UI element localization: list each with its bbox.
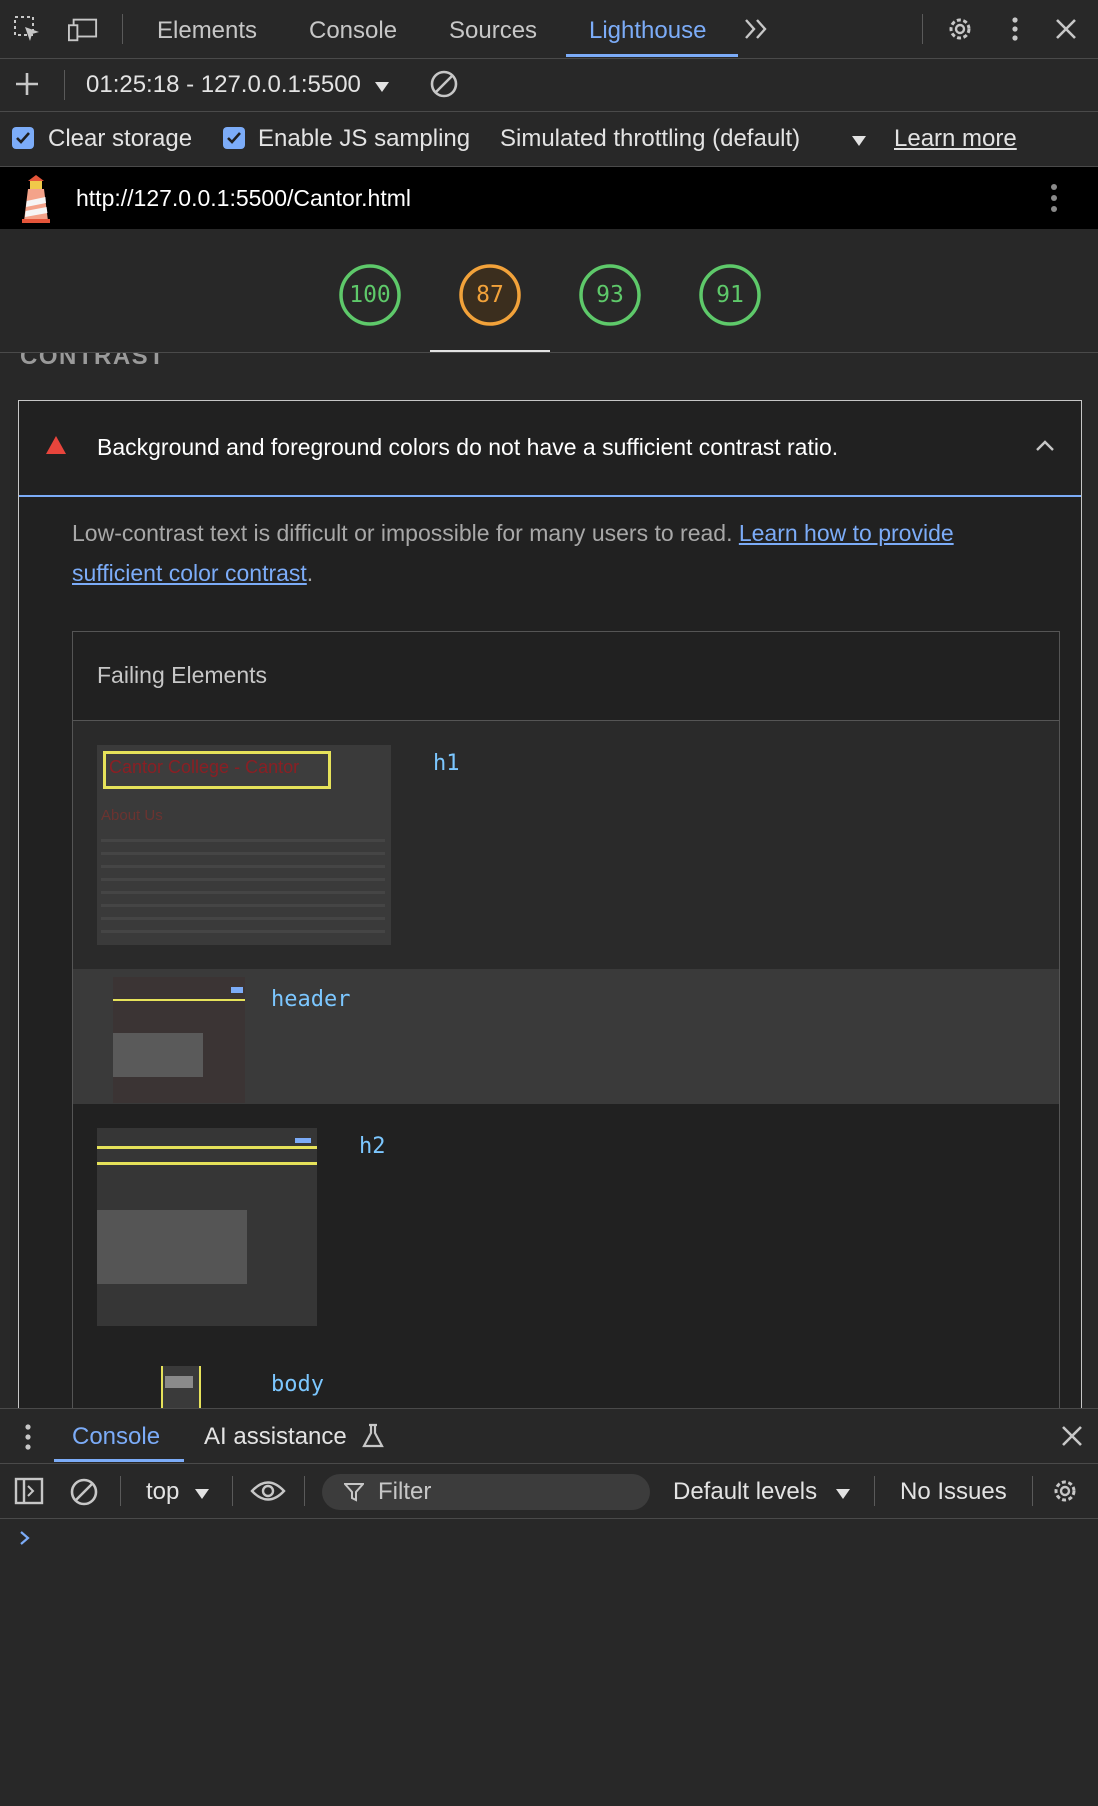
filter-placeholder: Filter — [378, 1478, 432, 1505]
close-drawer-icon[interactable] — [1061, 1425, 1083, 1452]
drawer-tab-console[interactable]: Console — [72, 1423, 160, 1451]
console-settings-icon[interactable] — [1050, 1476, 1080, 1511]
element-screenshot-header — [113, 977, 245, 1103]
drawer-tab-ai[interactable]: AI assistance — [204, 1423, 347, 1451]
audit-header[interactable]: Background and foreground colors do not … — [19, 401, 1081, 497]
console-toolbar: top Filter Default levels No Issues — [0, 1464, 1098, 1519]
element-screenshot-h1: Cantor College - Cantor About Us — [97, 745, 391, 945]
selector-h1[interactable]: h1 — [433, 751, 460, 776]
tab-sources[interactable]: Sources — [449, 0, 537, 58]
selector-body[interactable]: body — [271, 1372, 324, 1397]
settings-gear-icon[interactable] — [945, 14, 975, 44]
clear-storage-checkbox[interactable] — [12, 127, 34, 149]
drawer-active-indicator — [54, 1459, 184, 1462]
score-best-practices: 93 — [596, 282, 624, 308]
score-performance: 100 — [349, 282, 391, 308]
throttling-dropdown-icon[interactable] — [851, 134, 867, 152]
filter-input[interactable]: Filter — [322, 1474, 650, 1510]
thumb-sub-text: About Us — [101, 807, 163, 824]
section-title: CONTRAST — [20, 353, 166, 370]
score-accessibility: 87 — [476, 282, 504, 308]
report-content: CONTRAST Background and foreground color… — [0, 353, 1098, 1408]
thumb-h1-text: Cantor College - Cantor — [109, 757, 300, 777]
table-row[interactable]: header — [73, 969, 1059, 1104]
lighthouse-logo-icon — [18, 175, 54, 228]
clear-console-icon[interactable] — [69, 1477, 99, 1512]
table-row[interactable]: body — [73, 1342, 1059, 1408]
drawer-menu-icon[interactable] — [24, 1423, 32, 1456]
report-url[interactable]: http://127.0.0.1:5500/Cantor.html — [76, 185, 411, 212]
tab-console[interactable]: Console — [309, 0, 397, 58]
table-row[interactable]: h2 — [73, 1104, 1059, 1342]
audit-title: Background and foreground colors do not … — [97, 434, 839, 460]
active-tab-indicator — [566, 54, 738, 57]
console-drawer: Console AI assistance top Filter Default… — [0, 1408, 1098, 1806]
close-devtools-icon[interactable] — [1051, 14, 1081, 44]
kebab-menu-icon[interactable] — [1000, 14, 1030, 44]
report-dropdown-icon[interactable] — [374, 80, 390, 98]
inspect-element-icon[interactable] — [12, 14, 42, 44]
table-row[interactable]: Cantor College - Cantor About Us h1 — [73, 721, 1059, 969]
failing-elements-title: Failing Elements — [97, 662, 268, 688]
throttling-select[interactable]: Simulated throttling (default) — [500, 125, 800, 153]
log-levels-select[interactable]: Default levels — [673, 1478, 817, 1506]
contrast-learn-link[interactable]: Learn how to provide — [739, 520, 954, 546]
selector-header[interactable]: header — [271, 987, 350, 1012]
flask-icon — [362, 1423, 384, 1454]
context-dropdown-icon[interactable] — [194, 1487, 210, 1505]
report-selector[interactable]: 01:25:18 - 127.0.0.1:5500 — [86, 71, 361, 99]
collapse-chevron-icon[interactable] — [1035, 439, 1055, 457]
live-expression-eye-icon[interactable] — [250, 1478, 286, 1509]
element-screenshot-body — [161, 1366, 201, 1408]
clear-report-icon[interactable] — [429, 69, 459, 99]
js-sampling-checkbox[interactable] — [223, 127, 245, 149]
device-toolbar-icon[interactable] — [68, 14, 98, 44]
report-menu-icon[interactable] — [1050, 183, 1058, 218]
audit-description-end: . — [306, 560, 314, 586]
js-sampling-label: Enable JS sampling — [258, 125, 471, 152]
filter-icon — [342, 1482, 366, 1507]
levels-dropdown-icon[interactable] — [835, 1487, 851, 1505]
fail-triangle-icon — [45, 435, 67, 460]
element-screenshot-h2 — [97, 1128, 317, 1326]
failing-elements-table: Failing Elements Cantor College - Cantor… — [72, 631, 1060, 1408]
issues-counter[interactable]: No Issues — [900, 1478, 1007, 1506]
thumb-paragraph-lines — [101, 839, 385, 937]
selector-h2[interactable]: h2 — [359, 1134, 386, 1159]
clear-storage-label: Clear storage — [48, 125, 193, 152]
score-seo: 91 — [716, 282, 744, 308]
tab-lighthouse[interactable]: Lighthouse — [589, 0, 706, 58]
score-gauges: 100 87 93 91 — [0, 229, 1098, 353]
audit-description-text: Low-contrast text is difficult or imposs… — [72, 520, 739, 546]
audit-description: Low-contrast text is difficult or imposs… — [72, 513, 1032, 593]
new-report-icon[interactable] — [12, 69, 42, 99]
lighthouse-options: Clear storage Enable JS sampling Simulat… — [0, 112, 1098, 167]
learn-more-link[interactable]: Learn more — [894, 125, 1017, 153]
lighthouse-toolbar: 01:25:18 - 127.0.0.1:5500 — [0, 58, 1098, 112]
contrast-learn-link-cont[interactable]: sufficient color contrast — [72, 560, 307, 586]
more-tabs-icon[interactable] — [742, 14, 772, 44]
failing-elements-header: Failing Elements — [73, 632, 1059, 721]
tab-elements[interactable]: Elements — [157, 0, 257, 58]
report-url-bar: http://127.0.0.1:5500/Cantor.html — [0, 167, 1098, 229]
devtools-tabbar: Elements Console Sources Lighthouse — [0, 0, 1098, 59]
selected-gauge-indicator — [430, 350, 550, 352]
console-prompt-icon[interactable] — [18, 1529, 32, 1552]
context-select[interactable]: top — [146, 1478, 179, 1506]
audit-color-contrast: Background and foreground colors do not … — [18, 400, 1082, 1408]
sidebar-toggle-icon[interactable] — [14, 1477, 44, 1510]
drawer-tabbar: Console AI assistance — [0, 1409, 1098, 1464]
